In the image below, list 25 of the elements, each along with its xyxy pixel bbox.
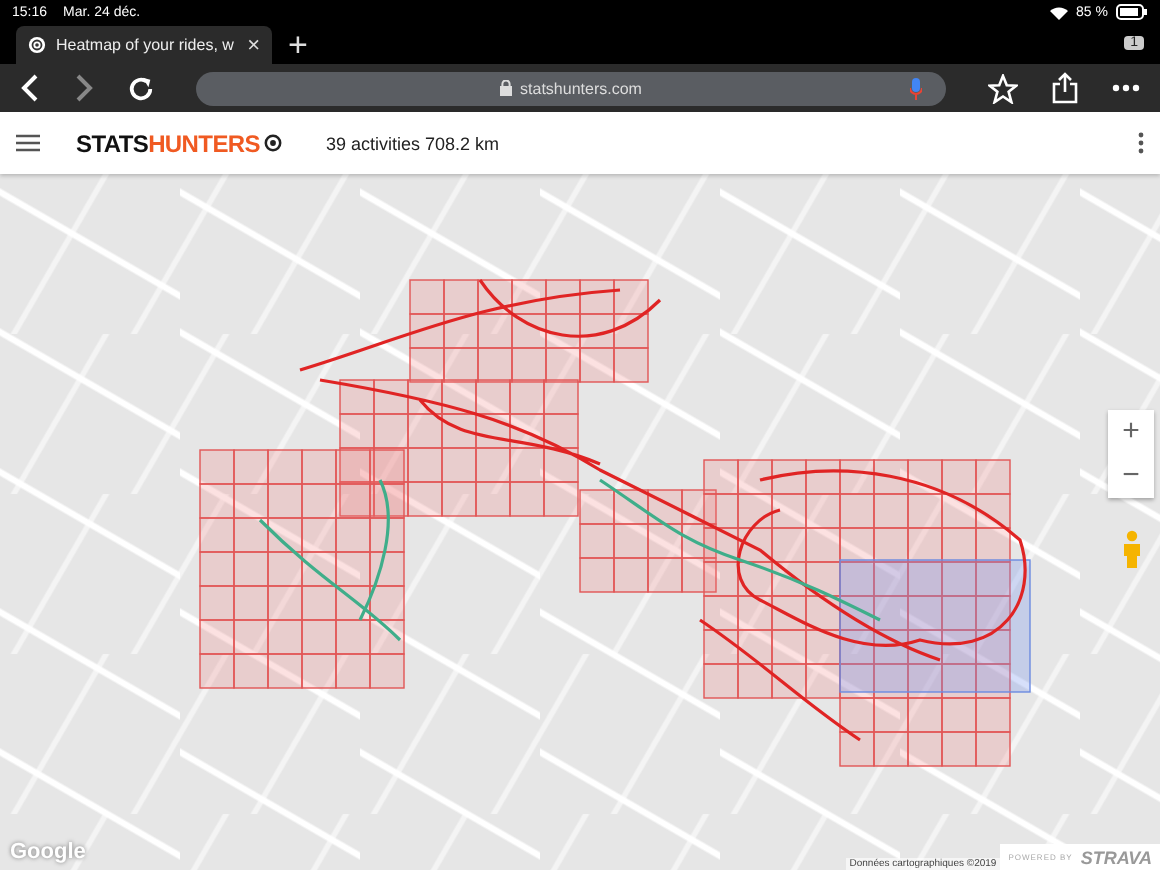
lock-icon — [500, 80, 513, 96]
menu-icon[interactable] — [16, 134, 40, 152]
close-tab-button[interactable]: × — [247, 33, 260, 57]
share-icon[interactable] — [1052, 72, 1078, 104]
activity-summary: 39 activities 708.2 km — [325, 133, 500, 153]
url-text: statshunters.com — [520, 79, 642, 97]
strava-logo: STRAVA — [1080, 847, 1152, 867]
new-tab-button[interactable]: + — [288, 26, 308, 64]
forward-icon[interactable] — [74, 74, 94, 102]
zoom-in-button[interactable]: + — [1122, 410, 1140, 454]
star-icon[interactable] — [988, 73, 1018, 103]
address-bar[interactable]: statshunters.com — [196, 71, 946, 105]
back-icon[interactable] — [20, 74, 40, 102]
zoom-out-button[interactable]: − — [1122, 454, 1140, 498]
tab-title: Heatmap of your rides, w — [56, 36, 236, 54]
browser-tab[interactable]: Heatmap of your rides, w × — [16, 26, 272, 64]
battery-icon — [1116, 4, 1148, 20]
logo-text[interactable]: STATSHUNTERS — [76, 129, 260, 157]
more-vertical-icon[interactable] — [1138, 132, 1144, 154]
site-icon — [28, 36, 46, 54]
target-icon — [263, 134, 282, 152]
more-icon[interactable] — [1112, 84, 1140, 92]
wifi-icon — [1050, 5, 1069, 19]
reload-icon[interactable] — [128, 75, 154, 101]
google-logo: Google — [10, 840, 86, 864]
